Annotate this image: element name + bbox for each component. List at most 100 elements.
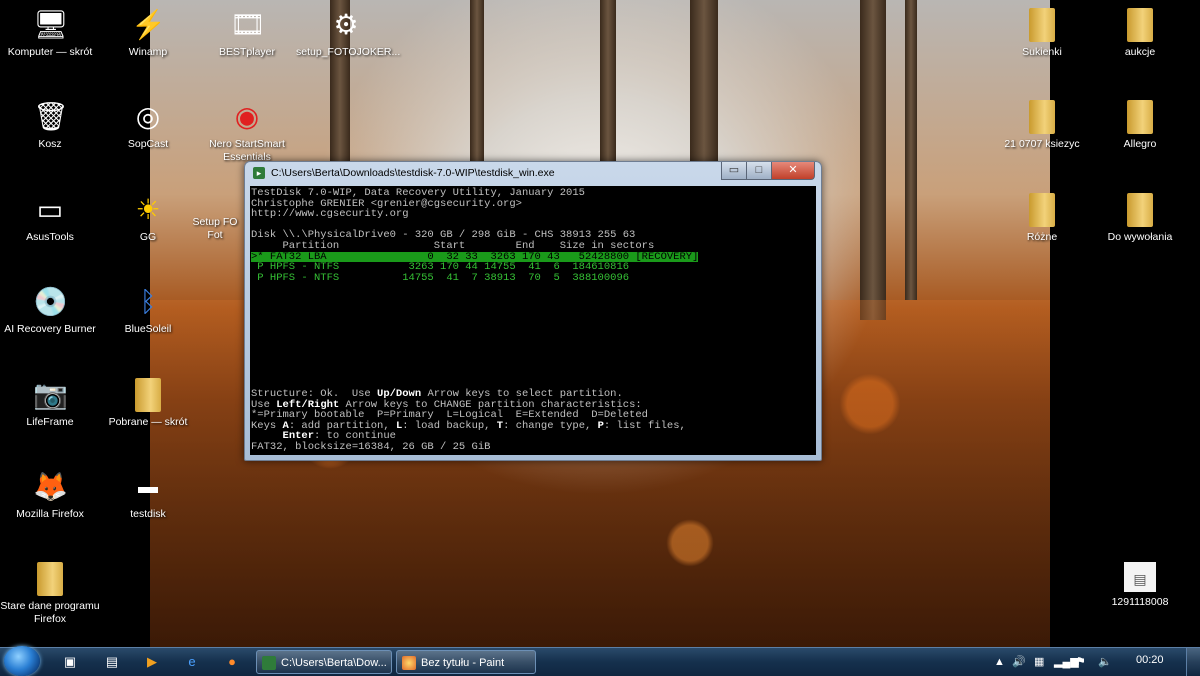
firefox-taskbar-icon[interactable]: ●: [224, 654, 240, 670]
desktop-icon-gg[interactable]: ☀ GG: [98, 193, 198, 244]
desktop-icon-testdisk[interactable]: ▬ testdisk: [98, 470, 198, 521]
desktop-icon-label: Sukienki: [1022, 46, 1062, 58]
close-button[interactable]: ✕: [771, 162, 815, 180]
desktop-icon-sopcast[interactable]: ◎ SopCast: [98, 100, 198, 151]
setup-icon: ⚙: [333, 9, 359, 40]
desktop-icon-label: Do wywołania: [1107, 231, 1173, 243]
desktop-icon-label: Mozilla Firefox: [16, 508, 84, 520]
desktop-icon-label: AI Recovery Burner: [4, 323, 96, 335]
desktop-icon-downloads[interactable]: Pobrane — skrót: [98, 378, 198, 429]
desktop-icon-label: SopCast: [127, 138, 169, 150]
nero-icon: ◉: [234, 101, 260, 132]
speaker-icon[interactable]: 🔊: [1012, 654, 1026, 670]
desktop-icon-label: Winamp: [128, 46, 168, 58]
console-output[interactable]: TestDisk 7.0-WIP, Data Recovery Utility,…: [250, 186, 816, 455]
desktop-icon-asustools[interactable]: ▭ AsusTools: [0, 193, 100, 244]
desktop-icon-image-file[interactable]: ▤ 1291118008: [1090, 562, 1190, 609]
maximize-button[interactable]: □: [746, 162, 772, 180]
desktop-icon-label: BlueSoleil: [124, 323, 172, 335]
folder-quicklaunch-icon[interactable]: ▤: [104, 654, 120, 670]
desktop-icon-nero[interactable]: ◉ Nero StartSmart Essentials: [197, 100, 297, 164]
desktop-icon-label: Nero StartSmart Essentials: [209, 138, 285, 163]
desktop-icon-setup-fotojoker[interactable]: ⚙ setup_FOTOJOKER...: [296, 8, 400, 59]
camera-icon: 📷: [33, 379, 68, 410]
console-header-line: TestDisk 7.0-WIP, Data Recovery Utility,…: [251, 187, 585, 199]
taskbar: ▣ ▤ ▶ e ● C:\Users\Berta\Dow... Bez tytu…: [0, 646, 1200, 676]
taskbar-button-label: C:\Users\Berta\Dow...: [281, 657, 387, 669]
desktop-icon-sukienki[interactable]: Sukienki: [992, 8, 1092, 59]
taskbar-button-label: Bez tytułu - Paint: [421, 657, 505, 669]
gg-icon: ☀: [135, 194, 161, 225]
sopcast-icon: ◎: [135, 101, 161, 132]
wallpaper-tree: [860, 0, 886, 320]
desktop-icon-firefox-data[interactable]: Stare dane programu Firefox: [0, 562, 100, 626]
desktop-icon-winamp[interactable]: ⚡ Winamp: [98, 8, 198, 59]
computer-icon: 🖥: [33, 9, 69, 40]
bluetooth-icon: ᛒ: [139, 286, 157, 317]
desktop-icon-label: 1291118008: [1111, 596, 1169, 608]
folder-icon: [37, 562, 63, 596]
folder-icon: [135, 378, 161, 412]
partition-row[interactable]: P HPFS - NTFS 14755 41 7 38913 70 5 3881…: [251, 273, 629, 284]
desktop-icon-allegro[interactable]: Allegro: [1090, 100, 1190, 151]
explorer-quicklaunch-icon[interactable]: ▣: [62, 654, 78, 670]
paint-icon: [402, 656, 416, 670]
testdisk-window[interactable]: ▸ C:\Users\Berta\Downloads\testdisk-7.0-…: [244, 161, 822, 461]
desktop-icon-label: GG: [139, 231, 157, 243]
terminal-icon: ▬: [138, 476, 158, 498]
folder-icon: [1029, 8, 1055, 42]
desktop-icon-bestplayer[interactable]: 🎞 BESTplayer: [197, 8, 297, 59]
desktop-icon-label: Setup FO Fot: [192, 216, 238, 241]
desktop-icon-label: Kosz: [38, 138, 62, 150]
signal-icon[interactable]: ▂▄▆: [1054, 654, 1079, 670]
desktop-icon-label: setup_FOTOJOKER...: [296, 46, 401, 58]
start-button[interactable]: [4, 646, 40, 676]
minimize-button[interactable]: ▭: [721, 162, 747, 180]
folder-icon: [1127, 100, 1153, 134]
desktop-icon-label: Różne: [1026, 231, 1058, 243]
window-title: C:\Users\Berta\Downloads\testdisk-7.0-WI…: [271, 167, 555, 179]
desktop-icon-rozne[interactable]: Różne: [992, 193, 1092, 244]
wallpaper-tree: [905, 0, 917, 300]
desktop-icon-label: Allegro: [1123, 138, 1157, 150]
film-icon: 🎞: [230, 9, 266, 40]
internet-explorer-icon[interactable]: e: [184, 654, 200, 670]
desktop-icon-recycle-bin[interactable]: 🗑 Kosz: [0, 100, 100, 151]
console-app-icon: ▸: [253, 167, 265, 179]
show-desktop-button[interactable]: [1186, 648, 1200, 676]
desktop-icon-ksiezyc[interactable]: 21 0707 ksiezyc: [992, 100, 1092, 151]
winamp-icon: ⚡: [131, 9, 166, 40]
clock[interactable]: 00:20: [1136, 654, 1164, 666]
desktop-icon-label: LifeFrame: [26, 416, 74, 428]
desktop-icon-label: testdisk: [130, 508, 166, 520]
taskbar-button-console[interactable]: C:\Users\Berta\Dow...: [256, 650, 392, 674]
media-player-icon[interactable]: ▶: [144, 654, 160, 670]
desktop-icon-ai-recovery[interactable]: 💿 AI Recovery Burner: [0, 285, 100, 336]
desktop-icon-label: Komputer — skrót: [7, 46, 93, 58]
volume-muted-icon[interactable]: 🔈: [1098, 654, 1112, 670]
folder-icon: [1029, 193, 1055, 227]
flag-icon[interactable]: ⚑: [1076, 654, 1086, 670]
folder-icon: [1127, 193, 1153, 227]
desktop-icon-label: Pobrane — skrót: [108, 416, 188, 428]
folder-icon: [1029, 100, 1055, 134]
desktop-icon-lifeframe[interactable]: 📷 LifeFrame: [0, 378, 100, 429]
recycle-bin-icon: 🗑: [33, 101, 69, 132]
disc-icon: 💿: [33, 286, 68, 317]
desktop-icon-aukcje[interactable]: aukcje: [1090, 8, 1190, 59]
asus-icon: ▭: [36, 194, 64, 225]
desktop-icon-label: AsusTools: [26, 231, 74, 243]
desktop-icon-label: Stare dane programu Firefox: [0, 600, 100, 625]
desktop-icon-firefox[interactable]: 🦊 Mozilla Firefox: [0, 470, 100, 521]
desktop-icon-setup-fo[interactable]: Setup FO Fot: [185, 216, 245, 242]
show-hidden-icons-arrow[interactable]: ▲: [994, 654, 1005, 670]
image-file-icon: ▤: [1124, 562, 1156, 592]
desktop-icon-label: 21 0707 ksiezyc: [1004, 138, 1080, 150]
taskbar-button-paint[interactable]: Bez tytułu - Paint: [396, 650, 536, 674]
desktop-icon-computer[interactable]: 🖥 Komputer — skrót: [0, 8, 100, 59]
network-icon[interactable]: ▦: [1034, 654, 1044, 670]
partition-table-header: Partition Start End Size in sectors: [251, 240, 655, 252]
desktop-icon-do-wywolania[interactable]: Do wywołania: [1090, 193, 1190, 244]
status-line: FAT32, blocksize=16384, 26 GB / 25 GiB: [251, 441, 491, 453]
desktop-icon-bluesoleil[interactable]: ᛒ BlueSoleil: [98, 285, 198, 336]
